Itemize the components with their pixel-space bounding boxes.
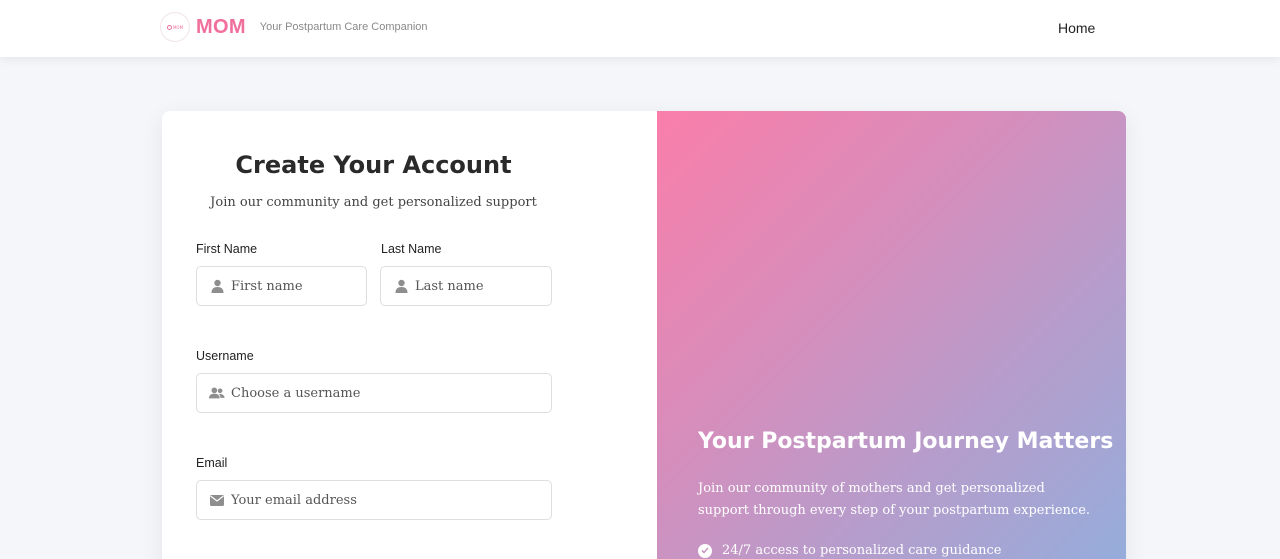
email-input[interactable] (231, 492, 505, 508)
logo-icon: MOM (161, 13, 189, 41)
email-label: Email (196, 456, 228, 470)
hero-text: Join our community of mothers and get pe… (698, 481, 1091, 518)
last-name-input[interactable] (415, 278, 542, 294)
hero-feature-label: 24/7 access to personalized care guidanc… (722, 543, 1002, 558)
brand[interactable]: MOM MOM Your Postpartum Care Companion (161, 13, 428, 41)
users-icon (209, 385, 225, 401)
envelope-icon (209, 492, 225, 508)
first-name-input[interactable] (231, 278, 357, 294)
brand-tagline: Your Postpartum Care Companion (259, 21, 428, 33)
form-subtitle: Join our community and get personalized … (210, 195, 537, 210)
brand-name: MOM (196, 15, 246, 38)
check-circle-icon (698, 543, 712, 558)
user-icon (393, 278, 409, 294)
user-icon (209, 278, 225, 294)
username-field[interactable] (196, 373, 552, 413)
signup-form: Create Your Account Join our community a… (162, 111, 657, 559)
signup-card: Create Your Account Join our community a… (162, 111, 1126, 559)
username-label: Username (196, 349, 254, 363)
email-field[interactable] (196, 480, 552, 520)
first-name-field[interactable] (196, 266, 367, 306)
nav-home-link[interactable]: Home (1058, 20, 1095, 36)
last-name-label: Last Name (381, 242, 442, 256)
last-name-field[interactable] (380, 266, 552, 306)
list-item: 24/7 access to personalized care guidanc… (698, 543, 1002, 558)
hero-title: Your Postpartum Journey Matters (698, 429, 1114, 454)
top-navbar: MOM MOM Your Postpartum Care Companion H… (0, 0, 1280, 57)
username-input[interactable] (231, 385, 505, 401)
hero-feature-list: 24/7 access to personalized care guidanc… (698, 543, 1002, 558)
hero-panel: Your Postpartum Journey Matters Join our… (657, 111, 1126, 559)
first-name-label: First Name (196, 242, 258, 256)
form-title: Create Your Account (235, 151, 512, 179)
